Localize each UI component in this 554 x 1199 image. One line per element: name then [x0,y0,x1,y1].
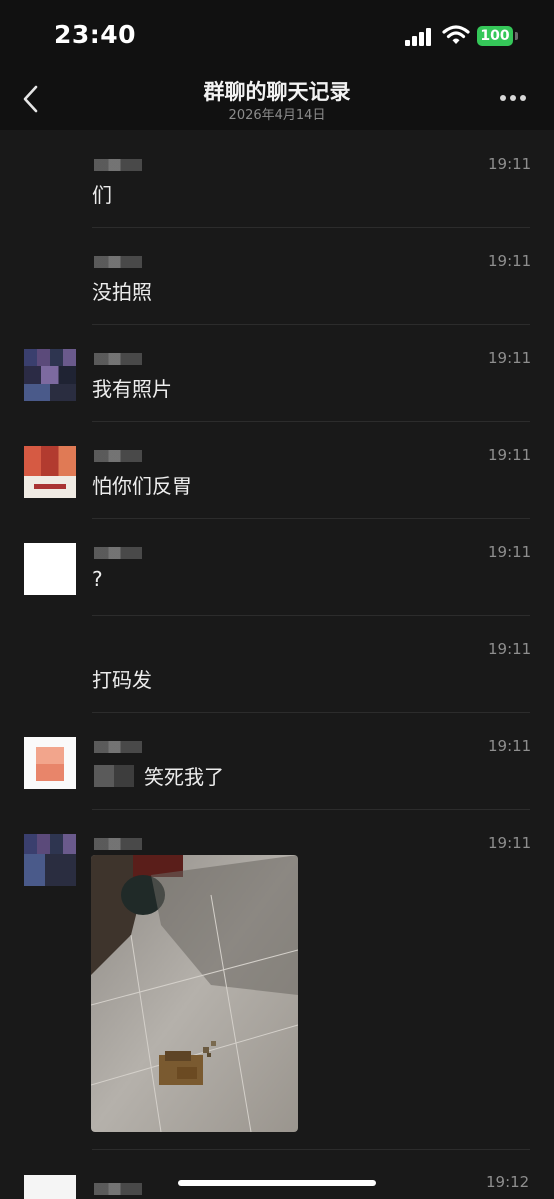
avatar[interactable] [24,543,76,595]
message-time: 19:12 [486,1173,530,1191]
status-time: 23:40 [54,20,137,49]
message-time: 19:11 [488,834,532,852]
message-row[interactable]: 们 19:11 [0,131,554,228]
message-row[interactable]: 怕你们反胃 19:11 [0,422,554,519]
message-row[interactable]: 打码发 19:11 [0,616,554,713]
page-title: 群聊的聊天记录 [203,80,351,104]
blurred-text [94,765,134,787]
message-time: 19:11 [488,155,532,173]
avatar[interactable] [24,349,76,401]
wifi-icon [442,25,470,44]
battery-tip [515,32,518,40]
sender-name [94,547,142,559]
message-row[interactable]: 笑死我了 19:11 [0,713,554,810]
message-text: 怕你们反胃 [92,474,192,498]
avatar[interactable] [24,737,76,789]
message-text: 没拍照 [92,280,152,304]
home-indicator[interactable] [178,1180,376,1186]
message-row[interactable]: 19:12 [0,1153,554,1199]
message-text: 我有照片 [92,377,172,401]
page-subtitle: 2026年4月14日 [228,108,326,123]
message-time: 19:11 [488,252,532,270]
status-bar: 23:40 100 [0,0,554,70]
sender-name [94,353,142,365]
message-text: 打码发 [92,668,152,692]
message-photo[interactable] [91,855,298,1132]
message-time: 19:11 [488,446,532,464]
message-time: 19:11 [488,349,532,367]
avatar[interactable] [24,834,76,886]
message-text: ? [92,567,103,591]
divider [92,1149,530,1150]
avatar[interactable] [24,446,76,498]
sender-name [94,838,142,850]
sender-name [94,741,142,753]
more-icon[interactable] [500,95,528,103]
message-time: 19:11 [488,737,532,755]
sender-name [94,1183,142,1195]
message-text: 笑死我了 [144,765,224,789]
message-text: 们 [92,183,112,207]
sender-name [94,159,142,171]
message-row[interactable]: 没拍照 19:11 [0,228,554,325]
message-time: 19:11 [488,543,532,561]
message-time: 19:11 [488,640,532,658]
sender-name [94,256,142,268]
floor-photo-image [91,855,298,1132]
battery-icon: 100 [477,26,513,46]
avatar[interactable] [24,1175,76,1199]
nav-bar: 群聊的聊天记录 2026年4月14日 [0,70,554,130]
signal-icon [405,28,433,46]
sender-name [94,450,142,462]
message-row[interactable]: 我有照片 19:11 [0,325,554,422]
message-row[interactable]: ? 19:11 [0,519,554,616]
